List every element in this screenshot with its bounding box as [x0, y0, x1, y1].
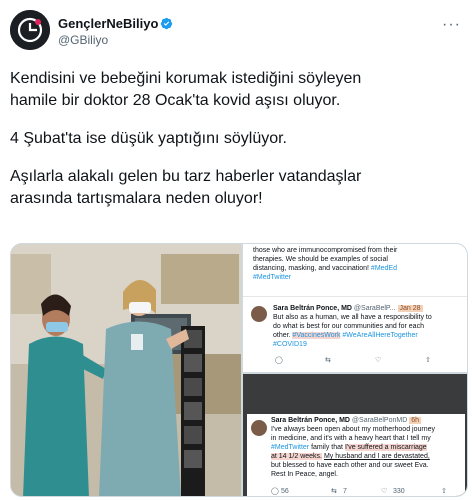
embedded-post: Sara Beltrán Ponce, MD @SaraBelPonMD 6h … [271, 416, 463, 479]
tweet-text: Kendisini ve bebeğini korumak istediğini… [10, 68, 465, 210]
embedded-intro-line: distancing, masking, and vaccination! [253, 265, 369, 272]
like-icon: ♡ [381, 488, 388, 495]
embedded-intro: those who are immunocompromised from the… [253, 246, 458, 282]
highlighted-text: at 14 1/2 weeks. [271, 453, 322, 460]
embedded-post-line: But also as a human, we all have a respo… [273, 314, 432, 321]
hashtag: #MedEd [370, 265, 397, 272]
embedded-post-line: in medicine, and it's with a heavy heart… [271, 435, 431, 442]
embedded-author-name: Sara Beltrán Ponce, MD [271, 417, 350, 424]
embedded-post-line: family that [311, 444, 343, 451]
embedded-intro-line: therapies. We should be examples of soci… [253, 256, 388, 263]
embedded-screenshot-top: those who are immunocompromised from the… [243, 244, 467, 372]
like-count: 330 [393, 488, 405, 495]
embedded-author-name: Sara Beltrán Ponce, MD [273, 305, 352, 312]
embedded-card: Sara Beltrán Ponce, MD @SaraBelPonMD 6h … [247, 414, 467, 496]
reply-count: 56 [281, 488, 289, 495]
embedded-post-line: but blessed to have each other and our s… [271, 462, 429, 469]
reply-icon: ◯ [271, 488, 279, 495]
tweet-media[interactable]: those who are immunocompromised from the… [10, 243, 468, 497]
account-handle[interactable]: @GBiliyo [58, 33, 108, 47]
hashtag: #COVID19 [273, 341, 307, 348]
reply-icon: ◯ [275, 357, 283, 364]
embedded-avatar [251, 420, 267, 436]
tweet-line: arasında tartışmalara neden oluyor! [10, 190, 263, 207]
embedded-post-line: My husband and I are devastated, [323, 453, 430, 460]
embedded-actions: ◯ ⇆ ♡ ⇧ [265, 356, 465, 366]
media-photo[interactable] [11, 244, 241, 496]
retweet-icon: ⇆ [331, 488, 337, 495]
more-horizontal-icon[interactable]: ··· [442, 16, 461, 34]
embedded-post-line: do what is best for our communities and … [273, 323, 424, 330]
hashtag: #VaccinesWork [292, 332, 341, 339]
tweet-header: GençlerNeBiliyo @GBiliyo ··· [10, 8, 465, 52]
embedded-post-line: I've always been open about my motherhoo… [271, 426, 435, 433]
embedded-post: Sara Beltrán Ponce, MD @SaraBelP... Jan … [273, 304, 463, 349]
embedded-post-line: other. [273, 332, 291, 339]
embedded-avatar [251, 306, 267, 322]
embedded-author-handle: @SaraBelPonMD [351, 417, 408, 424]
doctors-photo-illustration [11, 244, 241, 496]
share-icon: ⇧ [425, 357, 431, 364]
avatar[interactable] [10, 10, 50, 50]
account-name-text[interactable]: GençlerNeBiliyo [58, 16, 158, 31]
tweet-line: hamile bir doktor 28 Ocak'ta kovid aşısı… [10, 92, 341, 109]
hashtag: #MedTwitter [271, 444, 310, 451]
like-icon: ♡ [375, 357, 382, 364]
account-name[interactable]: GençlerNeBiliyo [58, 16, 173, 31]
embedded-screenshot-bottom: Sara Beltrán Ponce, MD @SaraBelPonMD 6h … [243, 374, 467, 496]
embedded-date: 6h [409, 417, 422, 424]
embedded-actions: ◯ 56 ⇆ 7 ♡ 330 ⇧ [271, 487, 467, 496]
embedded-intro-line: those who are immunocompromised from the… [253, 247, 398, 254]
tweet-line: 4 Şubat'ta ise düşük yaptığını söylüyor. [10, 130, 287, 147]
highlighted-text: I've suffered a miscarriage [344, 444, 427, 451]
embedded-author-handle: @SaraBelP... [353, 305, 396, 312]
tweet-line: Aşılarla alakalı gelen bu tarz haberler … [10, 168, 362, 185]
hashtag: #MedTwitter [253, 274, 292, 281]
tweet-line: Kendisini ve bebeğini korumak istediğini… [10, 70, 362, 87]
verified-badge-icon [161, 17, 173, 30]
embedded-post-line: Rest In Peace, angel. [271, 471, 338, 478]
media-screenshots: those who are immunocompromised from the… [243, 244, 467, 496]
hashtag: #WeAreAllHereTogether [342, 332, 418, 339]
retweet-icon: ⇆ [325, 357, 331, 364]
retweet-count: 7 [343, 488, 347, 495]
share-icon: ⇧ [441, 488, 447, 495]
embedded-date: Jan 28 [397, 305, 423, 312]
